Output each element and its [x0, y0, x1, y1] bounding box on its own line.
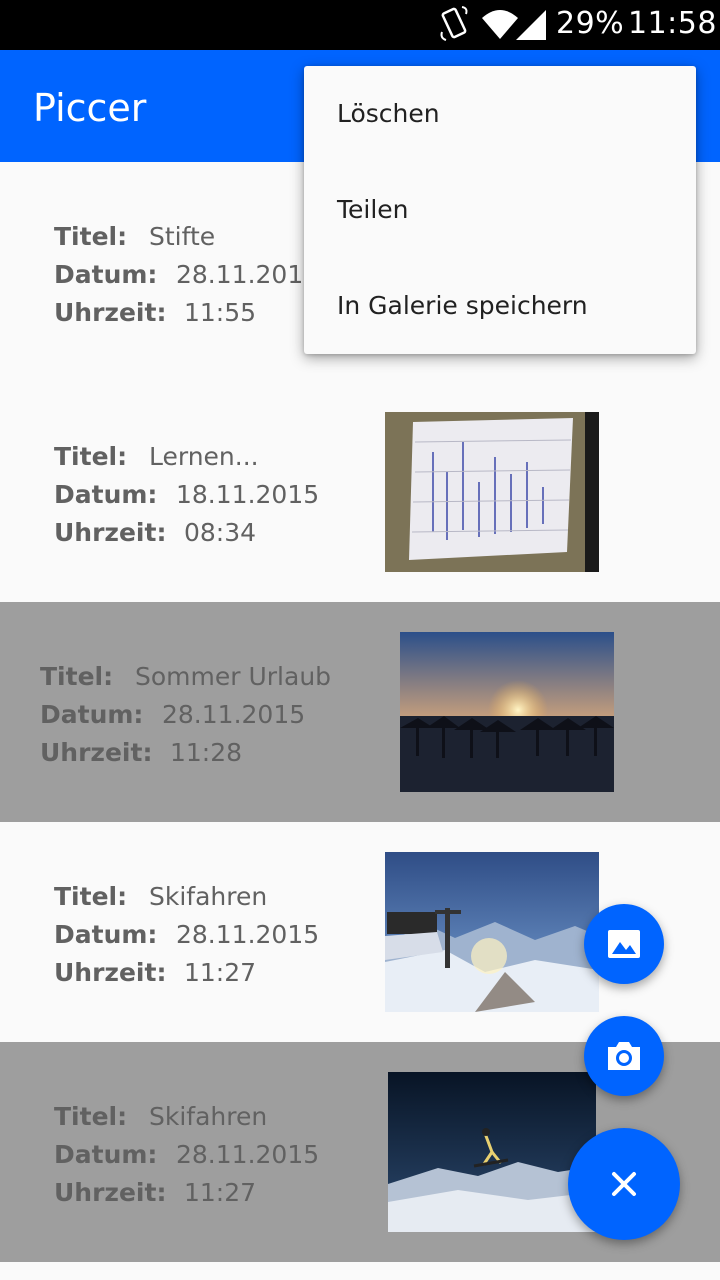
date-label: Datum:: [54, 480, 158, 509]
item-date: 18.11.2015: [176, 480, 320, 509]
title-label: Titel:: [54, 882, 128, 911]
menu-item-save-to-gallery[interactable]: In Galerie speichern: [304, 258, 696, 354]
context-menu: Löschen Teilen In Galerie speichern: [304, 66, 696, 354]
item-date: 28.11.2015: [176, 260, 320, 289]
menu-item-label: Teilen: [337, 195, 409, 224]
clock: 11:58: [628, 6, 717, 41]
date-label: Datum:: [54, 920, 158, 949]
item-date: 28.11.2015: [162, 700, 306, 729]
menu-item-label: Löschen: [337, 99, 440, 128]
menu-item-label: In Galerie speichern: [337, 291, 588, 320]
time-label: Uhrzeit:: [54, 298, 167, 327]
title-label: Titel:: [54, 442, 128, 471]
camera-icon: [604, 1038, 644, 1078]
list-item[interactable]: Titel: Lernen... Datum: 18.11.2015 Uhrzeit…: [0, 382, 720, 602]
camera-fab-button[interactable]: [584, 1016, 664, 1096]
status-bar: 29% 11:58: [0, 0, 720, 50]
title-label: Titel:: [54, 1102, 128, 1131]
date-label: Datum:: [54, 1140, 158, 1169]
gallery-icon: [606, 926, 642, 966]
title-label: Titel:: [40, 662, 114, 691]
date-label: Datum:: [40, 700, 144, 729]
item-title: Stifte: [149, 222, 216, 251]
gallery-fab-button[interactable]: [584, 904, 664, 984]
time-label: Uhrzeit:: [40, 738, 153, 767]
menu-item-delete[interactable]: Löschen: [304, 66, 696, 162]
photo-thumbnail[interactable]: [388, 1072, 596, 1232]
battery-percent: 29%: [556, 6, 625, 41]
item-date: 28.11.2015: [176, 920, 320, 949]
close-fab-button[interactable]: [568, 1128, 680, 1240]
signal-icon: [514, 6, 548, 46]
item-date: 28.11.2015: [176, 1140, 320, 1169]
photo-thumbnail[interactable]: [385, 412, 599, 572]
item-time: 08:34: [184, 518, 257, 547]
time-label: Uhrzeit:: [54, 518, 167, 547]
photo-thumbnail[interactable]: [400, 632, 614, 792]
rotate-icon: [438, 6, 470, 46]
item-title: Skifahren: [149, 882, 268, 911]
time-label: Uhrzeit:: [54, 1178, 167, 1207]
item-title: Lernen...: [149, 442, 259, 471]
close-icon: [611, 1171, 637, 1201]
item-time: 11:27: [184, 1178, 257, 1207]
item-title: Sommer Urlaub: [135, 662, 332, 691]
item-time: 11:55: [184, 298, 257, 327]
app-title: Piccer: [33, 86, 147, 130]
list-item[interactable]: Titel: Sommer Urlaub Datum: 28.11.2015 Uhr…: [0, 602, 720, 822]
date-label: Datum:: [54, 260, 158, 289]
photo-thumbnail[interactable]: [385, 852, 599, 1012]
time-label: Uhrzeit:: [54, 958, 167, 987]
title-label: Titel:: [54, 222, 128, 251]
item-title: Skifahren: [149, 1102, 268, 1131]
item-time: 11:28: [170, 738, 243, 767]
menu-item-share[interactable]: Teilen: [304, 162, 696, 258]
item-time: 11:27: [184, 958, 257, 987]
